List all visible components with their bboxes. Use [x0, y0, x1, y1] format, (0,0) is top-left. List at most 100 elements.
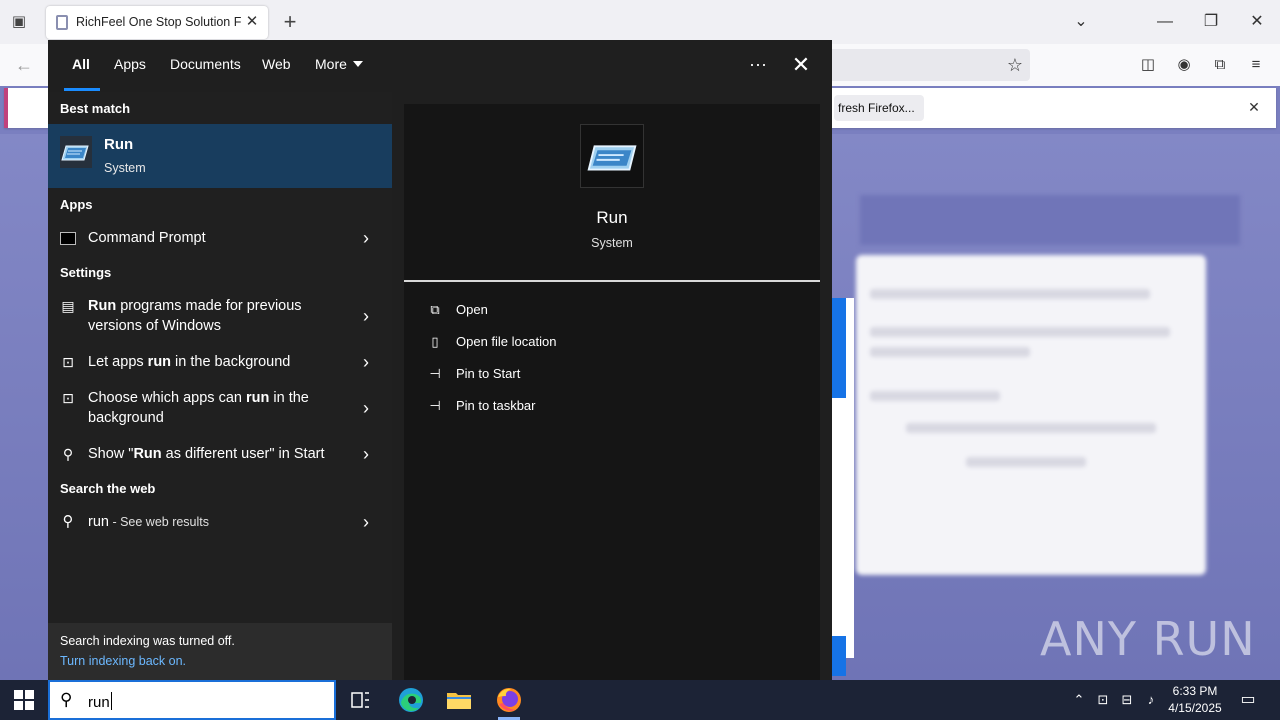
taskbar-search-input[interactable]: ⚲ run [48, 680, 336, 720]
result-label: Run programs made for previous versions … [88, 296, 348, 336]
result-label-bold: Run [133, 446, 162, 462]
web-suffix: - See web results [108, 515, 210, 529]
preview-divider [404, 280, 820, 282]
chevron-right-icon[interactable]: › [358, 399, 374, 417]
search-query: run [88, 694, 110, 711]
notification-center-icon[interactable]: ▭ [1238, 690, 1258, 710]
settings-image-icon: ⊡ [62, 354, 74, 370]
result-setting-background[interactable]: ⊡ Let apps run in the background › [48, 346, 392, 378]
restore-icon[interactable]: ❐ [1191, 8, 1231, 36]
web-query: run [88, 514, 109, 530]
run-app-icon [60, 136, 92, 168]
url-bar[interactable] [820, 49, 1030, 81]
system-clock[interactable]: 6:33 PM 4/15/2025 [1162, 683, 1228, 717]
action-open-file-location[interactable]: ▯ Open file location [426, 329, 806, 355]
filter-tab-more[interactable]: More [315, 56, 363, 72]
result-label: Let apps run in the background [88, 352, 348, 372]
caret-down-icon [352, 61, 363, 67]
search-web-heading: Search the web [60, 481, 156, 496]
active-tab-indicator [64, 88, 100, 91]
window-close-icon[interactable]: ✕ [1237, 8, 1277, 36]
taskbar: ⚲ run ⌃ ⊡ ⊟ ♪ 6:33 PM 4/15/2025 ▭ [0, 680, 1280, 720]
menu-icon[interactable]: ≡ [1245, 54, 1267, 76]
indexing-text: Search indexing was turned off. [60, 634, 235, 648]
more-options-icon[interactable]: ··· [743, 50, 773, 80]
result-label-pre: Choose which apps can [88, 390, 246, 406]
chevron-right-icon[interactable]: › [358, 229, 374, 247]
run-app-icon [580, 124, 644, 188]
settings-heading: Settings [60, 265, 112, 280]
tab-list-icon[interactable]: ▣ [8, 11, 30, 33]
result-setting-choose-apps[interactable]: ⊡ Choose which apps can run in the backg… [48, 382, 392, 432]
firefox-icon[interactable] [493, 684, 525, 716]
search-icon: ⚲ [60, 690, 73, 709]
notification-close-icon[interactable]: ✕ [1244, 97, 1264, 117]
browser-tab[interactable]: RichFeel One Stop Solution For ✕ [46, 6, 268, 39]
filter-tab-apps[interactable]: Apps [114, 56, 146, 72]
result-web-search[interactable]: ⚲ run - See web results › [48, 506, 392, 538]
blurred-page-header [860, 195, 1240, 245]
new-tab-button[interactable]: + [279, 9, 301, 35]
file-explorer-icon[interactable] [443, 684, 475, 716]
result-label-bold: run [246, 390, 270, 406]
pin-icon: ⊣ [429, 398, 441, 413]
pocket-icon[interactable]: ◫ [1137, 54, 1159, 76]
chevron-right-icon[interactable]: › [358, 353, 374, 371]
command-prompt-icon [60, 232, 76, 245]
person-settings-icon: ⚲ [62, 446, 74, 462]
result-label-rest: as different user" in Start [161, 446, 325, 462]
filter-tab-all[interactable]: All [72, 56, 90, 72]
volume-icon[interactable]: ♪ [1142, 691, 1160, 709]
browser-tab-bar: ▣ RichFeel One Stop Solution For ✕ + ⌄ —… [0, 0, 1280, 44]
tab-close-icon[interactable]: ✕ [242, 12, 262, 32]
file-location-icon: ▯ [431, 334, 439, 349]
search-icon: ⚲ [62, 513, 74, 530]
bookmark-star-icon[interactable]: ☆ [1004, 53, 1026, 77]
more-label: More [315, 56, 347, 72]
chevron-right-icon[interactable]: › [358, 445, 374, 463]
filter-tab-documents[interactable]: Documents [170, 56, 241, 72]
best-match-subtitle: System [104, 161, 146, 175]
result-label-rest: in the background [171, 354, 291, 370]
result-setting-run-as[interactable]: ⚲ Show "Run as different user" in Start … [48, 438, 392, 470]
turn-indexing-on-link[interactable]: Turn indexing back on. [60, 654, 186, 668]
preview-title: Run [596, 208, 628, 227]
result-label-pre: Let apps [88, 354, 148, 370]
blurred-page-card [856, 255, 1206, 575]
result-label-pre: Show " [88, 446, 134, 462]
search-input-value: run [88, 692, 112, 711]
pin-icon: ⊣ [429, 366, 441, 381]
action-pin-to-taskbar[interactable]: ⊣ Pin to taskbar [426, 393, 806, 419]
chevron-right-icon[interactable]: › [358, 513, 374, 531]
close-search-icon[interactable]: ✕ [786, 50, 816, 80]
filter-tab-web[interactable]: Web [262, 56, 291, 72]
action-label: Pin to taskbar [456, 398, 536, 413]
action-label: Open file location [456, 334, 557, 349]
settings-window-icon: ▤ [61, 298, 75, 314]
result-setting-compat[interactable]: ▤ Run programs made for previous version… [48, 290, 392, 340]
start-search-panel: All Apps Documents Web More ··· ✕ Best m… [48, 40, 832, 680]
refresh-firefox-button[interactable]: fresh Firefox... [834, 95, 924, 121]
device-icon[interactable]: ⊡ [1094, 691, 1112, 709]
best-match-heading: Best match [60, 101, 131, 116]
chevron-up-icon[interactable]: ⌃ [1070, 691, 1088, 709]
action-pin-to-start[interactable]: ⊣ Pin to Start [426, 361, 806, 387]
search-results-list: Best match Run System Apps Command Promp… [48, 92, 392, 680]
result-preview-pane: Run System ⧉ Open ▯ Open file location ⊣… [404, 104, 820, 680]
account-icon[interactable]: ◉ [1173, 54, 1195, 76]
chevron-right-icon[interactable]: › [358, 307, 374, 325]
tab-overflow-icon[interactable]: ⌄ [1061, 8, 1101, 36]
extensions-icon[interactable]: ⧉ [1209, 54, 1231, 76]
edge-browser-icon[interactable] [395, 684, 427, 716]
action-label: Open [456, 302, 488, 317]
minimize-icon[interactable]: — [1145, 8, 1185, 36]
best-match-run[interactable]: Run System [48, 124, 392, 188]
windows-start-icon[interactable] [14, 690, 34, 710]
action-open[interactable]: ⧉ Open [426, 297, 806, 323]
result-label: Command Prompt [88, 230, 206, 246]
result-command-prompt[interactable]: Command Prompt › [48, 222, 392, 254]
network-icon[interactable]: ⊟ [1118, 691, 1136, 709]
task-view-icon[interactable] [344, 684, 376, 716]
indexing-notice: Search indexing was turned off. Turn ind… [48, 623, 392, 680]
back-arrow-icon[interactable]: ← [12, 53, 36, 77]
